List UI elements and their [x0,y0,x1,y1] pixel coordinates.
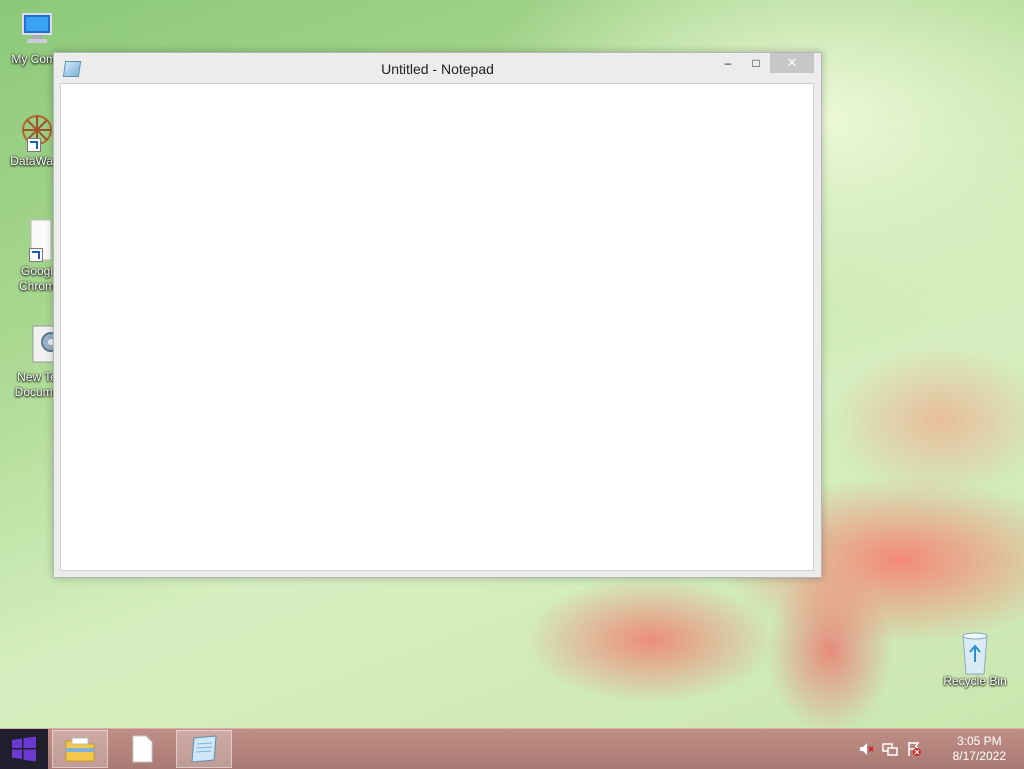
taskbar-item-file-explorer[interactable] [52,730,108,768]
editor-textarea[interactable] [61,84,813,570]
taskbar: 3:05 PM 8/17/2022 [0,728,1024,769]
close-button[interactable]: ✕ [770,53,814,73]
shortcut-arrow-icon [27,138,41,152]
notepad-icon [191,735,217,763]
computer-icon [17,10,57,50]
blank-document-icon [132,735,153,763]
file-explorer-icon [65,737,95,762]
settings-document-icon [17,324,70,364]
network-icon[interactable] [882,741,898,757]
minimize-button[interactable]: – [714,53,742,73]
window-title: Untitled - Notepad [381,61,494,77]
taskbar-item-document[interactable] [114,730,170,768]
start-button[interactable] [0,729,48,769]
notepad-window[interactable]: Untitled - Notepad – □ ✕ [53,52,822,578]
recycle-bin-icon [955,632,995,675]
windows-logo-icon [12,736,36,762]
system-tray: 3:05 PM 8/17/2022 [854,729,1024,769]
clock-date: 8/17/2022 [952,749,1006,763]
maximize-button[interactable]: □ [742,53,770,73]
clock-time: 3:05 PM [956,734,1002,748]
desktop-icon-recycle-bin[interactable]: Recycle Bin [938,632,1012,689]
shortcut-arrow-icon [29,248,43,262]
action-center-flag-icon[interactable] [906,741,922,757]
title-bar[interactable]: Untitled - Notepad – □ ✕ [54,53,821,83]
blank-file-icon [17,218,57,262]
volume-muted-icon[interactable] [858,741,874,757]
clock[interactable]: 3:05 PM 8/17/2022 [953,734,1006,764]
text-editor-area[interactable] [60,83,814,571]
datawag-icon [15,112,55,152]
taskbar-item-notepad[interactable] [176,730,232,768]
